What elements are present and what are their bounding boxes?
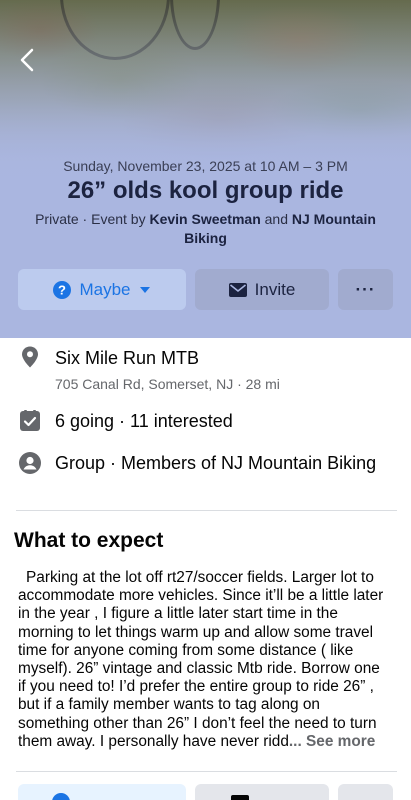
envelope-icon bbox=[231, 795, 249, 800]
host-link[interactable]: Kevin Sweetman bbox=[149, 211, 260, 227]
back-button[interactable] bbox=[12, 44, 42, 76]
envelope-icon bbox=[228, 282, 247, 297]
caret-down-icon bbox=[139, 286, 150, 293]
event-host: Private · Event by Kevin Sweetman and NJ… bbox=[24, 210, 387, 248]
sticky-action-bar bbox=[0, 772, 411, 800]
details-heading: What to expect bbox=[14, 529, 164, 552]
more-options-button[interactable]: ··· bbox=[338, 269, 393, 310]
event-description: Parking at the lot off rt27/soccer field… bbox=[18, 569, 390, 751]
event-title: 26” olds kool group ride bbox=[67, 177, 344, 204]
attendance-count: 6 going · 11 interested bbox=[55, 411, 233, 431]
maybe-label: Maybe bbox=[79, 279, 131, 299]
description-text: Parking at the lot off rt27/soccer field… bbox=[18, 569, 384, 750]
host-separator: and bbox=[260, 211, 292, 227]
question-icon: ? bbox=[53, 280, 72, 299]
location-name: Six Mile Run MTB bbox=[55, 348, 200, 368]
see-more-link[interactable]: ... See more bbox=[289, 733, 375, 750]
privacy-text: Group · Members of NJ Mountain Biking bbox=[55, 453, 377, 473]
invite-label: Invite bbox=[254, 279, 296, 299]
event-cover: Sunday, November 23, 2025 at 10 AM – 3 P… bbox=[0, 0, 411, 338]
map-pin-icon bbox=[22, 346, 38, 368]
group-icon bbox=[19, 452, 41, 474]
invite-button[interactable]: Invite bbox=[195, 269, 329, 310]
section-divider bbox=[16, 510, 397, 511]
svg-text:?: ? bbox=[59, 282, 67, 297]
event-date: Sunday, November 23, 2025 at 10 AM – 3 P… bbox=[63, 158, 348, 174]
maybe-button[interactable]: ? Maybe bbox=[18, 269, 186, 310]
chevron-left-icon bbox=[20, 48, 34, 72]
calendar-check-icon bbox=[20, 410, 40, 431]
more-options-button-bottom[interactable] bbox=[338, 784, 393, 800]
event-actions: ? Maybe Invite ··· bbox=[18, 269, 393, 310]
more-icon: ··· bbox=[355, 279, 376, 299]
question-icon bbox=[52, 793, 70, 800]
maybe-button-bottom[interactable] bbox=[18, 784, 186, 800]
event-privacy-label: Private · Event by bbox=[35, 211, 150, 227]
location-address: 705 Canal Rd, Somerset, NJ · 28 mi bbox=[55, 376, 280, 392]
invite-button-bottom[interactable] bbox=[195, 784, 329, 800]
